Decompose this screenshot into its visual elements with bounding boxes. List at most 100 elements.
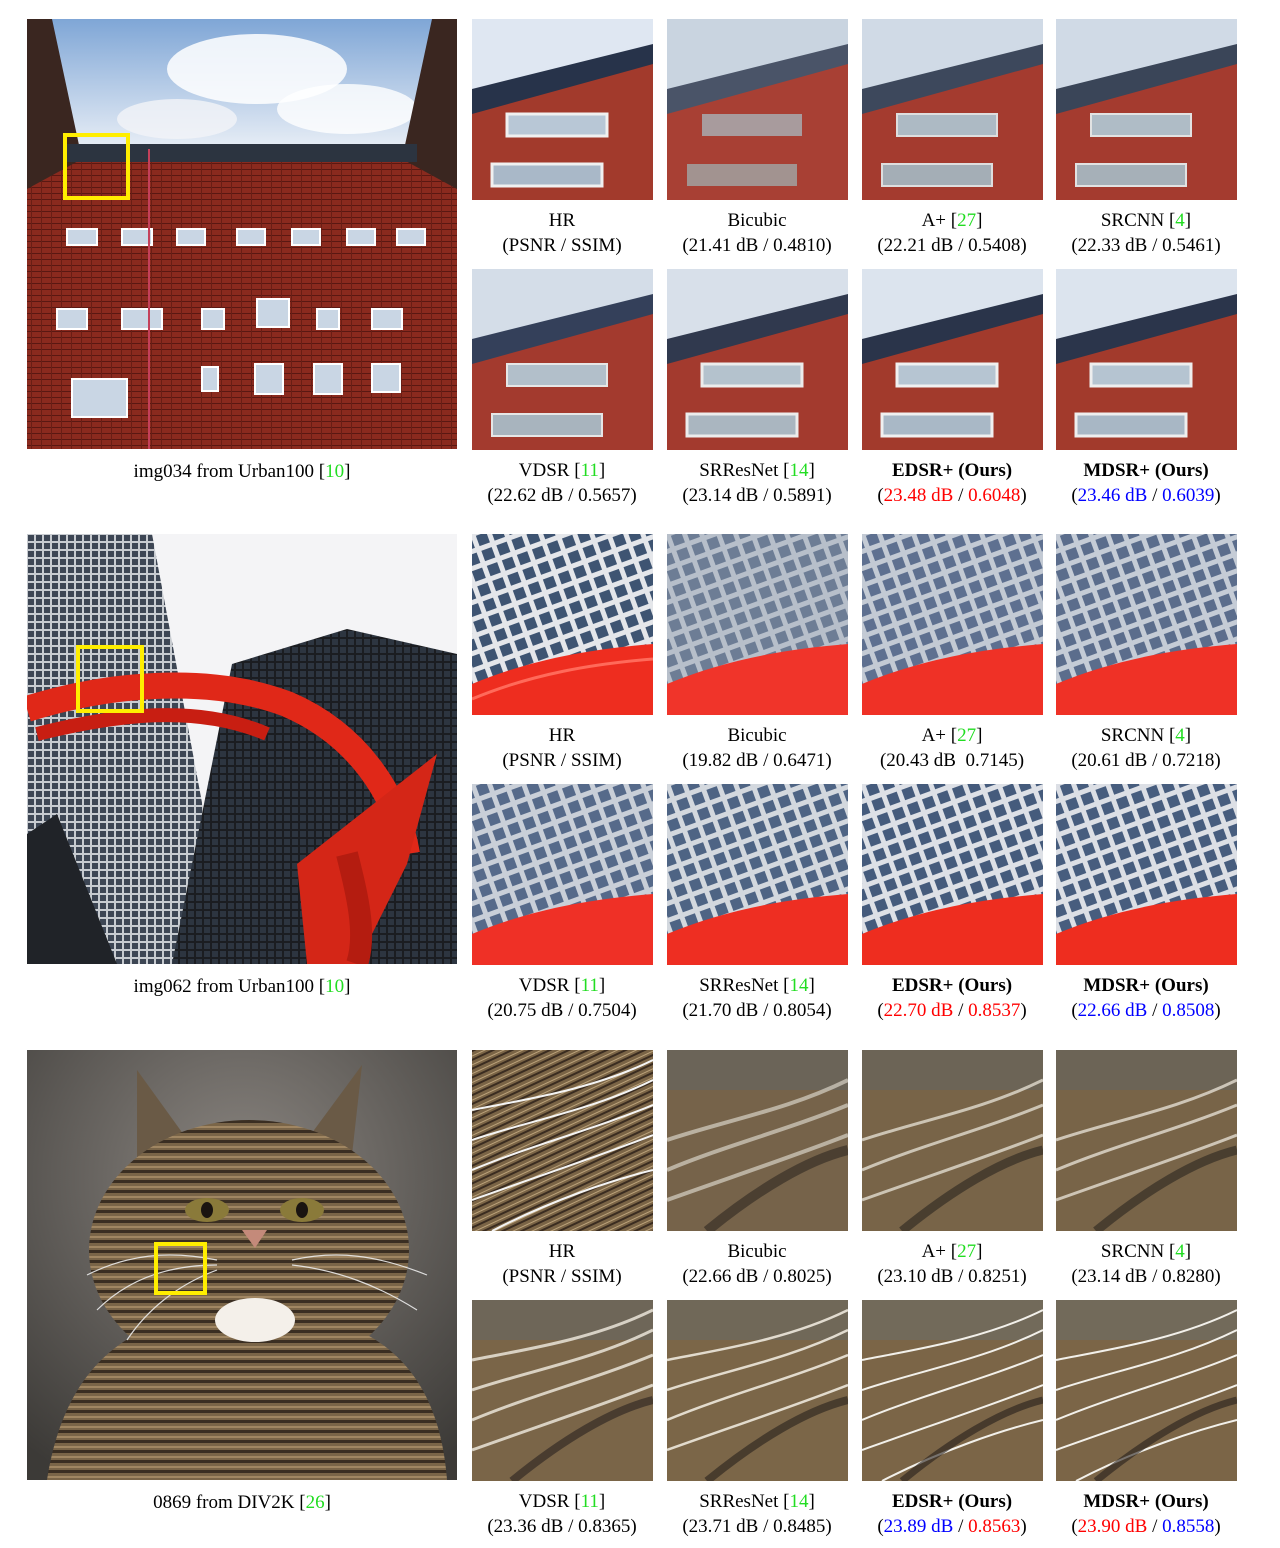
citation-link[interactable]: 11 — [581, 975, 599, 996]
method-name: Bicubic — [727, 725, 787, 746]
method-name: HR — [548, 1241, 576, 1262]
crop-vdsr — [472, 784, 653, 965]
psnr-value: 23.46 dB — [1077, 485, 1148, 506]
citation-link[interactable]: 4 — [1175, 725, 1185, 746]
metric-values: (23.14 dB / 0.5891) — [682, 485, 832, 506]
main-image-img034 — [27, 19, 457, 449]
method-name: MDSR+ (Ours) — [1083, 460, 1209, 481]
crop-hr — [472, 19, 653, 200]
image-name: img034 from Urban100 — [133, 461, 315, 482]
image-caption: img034 from Urban100 [10] — [133, 461, 351, 482]
citation-link[interactable]: 4 — [1175, 210, 1185, 231]
citation-link[interactable]: 26 — [306, 1492, 325, 1513]
crop-srresnet — [667, 1300, 848, 1481]
method-name: EDSR+ (Ours) — [891, 460, 1013, 481]
caption-hr: HR (PSNR / SSIM) — [462, 723, 662, 773]
caption-bicubic: Bicubic (19.82 dB / 0.6471) — [657, 723, 857, 773]
caption-aplus: A+ [27] (23.10 dB / 0.8251) — [852, 1239, 1052, 1289]
metric-values: (19.82 dB / 0.6471) — [682, 750, 832, 771]
method-name: SRCNN — [1100, 210, 1165, 231]
crop-mdsr — [1056, 784, 1237, 965]
citation-link[interactable]: 27 — [957, 1241, 976, 1262]
crop-bicubic — [667, 19, 848, 200]
method-name: VDSR — [518, 460, 570, 481]
citation-link[interactable]: 14 — [789, 1491, 808, 1512]
caption-aplus: A+ [27] (20.43 dB 0.7145) — [852, 723, 1052, 773]
metric-values: (22.21 dB / 0.5408) — [877, 235, 1027, 256]
citation-link[interactable]: 14 — [789, 975, 808, 996]
caption-edsr: EDSR+ (Ours) (23.89 dB / 0.8563) — [852, 1489, 1052, 1539]
psnr-value: 23.48 dB — [883, 485, 954, 506]
method-name: SRResNet — [699, 975, 779, 996]
crop-edsr — [862, 784, 1043, 965]
metric-values: (23.71 dB / 0.8485) — [682, 1516, 832, 1537]
caption-vdsr: VDSR [11] (23.36 dB / 0.8365) — [462, 1489, 662, 1539]
ssim-value: 0.6048 — [968, 485, 1021, 506]
main-image-0869 — [27, 1050, 457, 1480]
method-name: HR — [548, 725, 576, 746]
caption-srcnn: SRCNN [4] (20.61 dB / 0.7218) — [1046, 723, 1246, 773]
method-name: SRCNN — [1100, 1241, 1165, 1262]
crop-srcnn — [1056, 19, 1237, 200]
caption-hr: HR (PSNR / SSIM) — [462, 208, 662, 258]
method-name: EDSR+ (Ours) — [891, 975, 1013, 996]
metric-values: (PSNR / SSIM) — [502, 235, 622, 256]
method-name: EDSR+ (Ours) — [891, 1491, 1013, 1512]
metric-values: (PSNR / SSIM) — [502, 1266, 622, 1287]
method-name: HR — [548, 210, 576, 231]
method-name: MDSR+ (Ours) — [1083, 975, 1209, 996]
crop-hr — [472, 534, 653, 715]
crop-srcnn — [1056, 534, 1237, 715]
metric-values: (22.66 dB / 0.8025) — [682, 1266, 832, 1287]
crop-bicubic — [667, 534, 848, 715]
caption-edsr: EDSR+ (Ours) (23.48 dB / 0.6048) — [852, 458, 1052, 508]
image-caption: img062 from Urban100 [10] — [133, 976, 351, 997]
zoom-region-box — [154, 1242, 207, 1295]
crop-aplus — [862, 534, 1043, 715]
metric-values: (20.43 dB 0.7145) — [879, 750, 1025, 771]
caption-hr: HR (PSNR / SSIM) — [462, 1239, 662, 1289]
citation-link[interactable]: 14 — [789, 460, 808, 481]
metric-values: (20.75 dB / 0.7504) — [487, 1000, 637, 1021]
psnr-value: 22.70 dB — [883, 1000, 954, 1021]
psnr-value: 23.90 dB — [1077, 1516, 1148, 1537]
method-name: SRResNet — [699, 460, 779, 481]
citation-link[interactable]: 11 — [581, 1491, 599, 1512]
ssim-value: 0.8508 — [1162, 1000, 1215, 1021]
method-name: A+ — [921, 725, 947, 746]
metric-values: (22.33 dB / 0.5461) — [1071, 235, 1221, 256]
crop-aplus — [862, 1050, 1043, 1231]
citation-link[interactable]: 10 — [325, 976, 344, 997]
method-name: MDSR+ (Ours) — [1083, 1491, 1209, 1512]
image-caption: 0869 from DIV2K [26] — [153, 1492, 331, 1513]
citation-link[interactable]: 27 — [957, 210, 976, 231]
citation-link[interactable]: 27 — [957, 725, 976, 746]
caption-srcnn: SRCNN [4] (23.14 dB / 0.8280) — [1046, 1239, 1246, 1289]
citation-link[interactable]: 4 — [1175, 1241, 1185, 1262]
crop-srcnn — [1056, 1050, 1237, 1231]
method-name: VDSR — [518, 975, 570, 996]
metric-values: (22.62 dB / 0.5657) — [487, 485, 637, 506]
psnr-value: 23.89 dB — [883, 1516, 954, 1537]
crop-vdsr — [472, 269, 653, 450]
main-image-img062 — [27, 534, 457, 964]
caption-edsr: EDSR+ (Ours) (22.70 dB / 0.8537) — [852, 973, 1052, 1023]
caption-bicubic: Bicubic (22.66 dB / 0.8025) — [657, 1239, 857, 1289]
metric-values: (21.41 dB / 0.4810) — [682, 235, 832, 256]
metric-values: (23.14 dB / 0.8280) — [1071, 1266, 1221, 1287]
crop-aplus — [862, 19, 1043, 200]
crop-srresnet — [667, 269, 848, 450]
method-name: A+ — [921, 1241, 947, 1262]
citation-link[interactable]: 10 — [325, 461, 344, 482]
caption-mdsr: MDSR+ (Ours) (22.66 dB / 0.8508) — [1046, 973, 1246, 1023]
metric-values: (21.70 dB / 0.8054) — [682, 1000, 832, 1021]
crop-edsr — [862, 1300, 1043, 1481]
caption-mdsr: MDSR+ (Ours) (23.90 dB / 0.8558) — [1046, 1489, 1246, 1539]
method-name: VDSR — [518, 1491, 570, 1512]
ssim-value: 0.6039 — [1162, 485, 1215, 506]
caption-mdsr: MDSR+ (Ours) (23.46 dB / 0.6039) — [1046, 458, 1246, 508]
caption-vdsr: VDSR [11] (20.75 dB / 0.7504) — [462, 973, 662, 1023]
citation-link[interactable]: 11 — [581, 460, 599, 481]
image-name: 0869 from DIV2K — [153, 1492, 295, 1513]
ssim-value: 0.8537 — [968, 1000, 1021, 1021]
